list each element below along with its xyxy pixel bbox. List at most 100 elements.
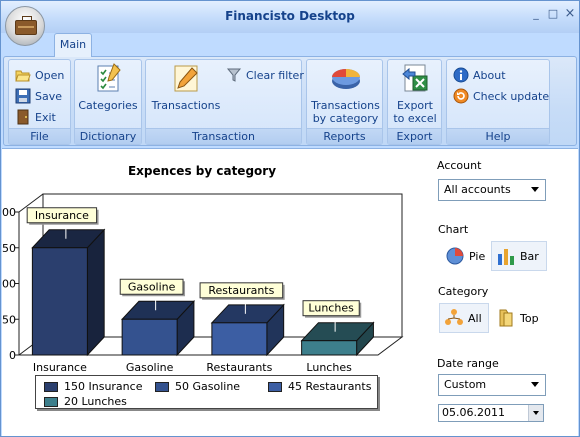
legend-label: 50 Gasoline xyxy=(175,380,241,393)
category-top-toggle[interactable]: Top xyxy=(491,303,544,333)
close-button[interactable]: × xyxy=(563,7,577,21)
dictionary-group-label: Dictionary xyxy=(75,128,141,144)
reports-group-label: Reports xyxy=(307,128,382,144)
chevron-down-icon xyxy=(531,187,539,192)
info-icon xyxy=(453,67,469,83)
file-group-label: File xyxy=(9,128,70,144)
pie-chart-icon xyxy=(445,246,465,266)
bar xyxy=(301,340,358,356)
data-label: Restaurants xyxy=(208,284,274,297)
transaction-group-label: Transaction xyxy=(146,128,301,144)
folder-icon xyxy=(496,308,516,328)
exit-button[interactable]: Exit xyxy=(15,108,56,126)
bar-side xyxy=(86,228,105,357)
date-range-select[interactable]: Custom xyxy=(438,374,546,396)
check-update-button[interactable]: Check update xyxy=(453,87,549,105)
help-group-label: Help xyxy=(447,128,549,144)
excel-icon xyxy=(399,62,431,94)
category-all-label: All xyxy=(468,311,482,325)
ribbon-group-dictionary: Categories Dictionary xyxy=(74,59,142,145)
ribbon-group-reports: Transactions by category Reports xyxy=(306,59,383,145)
legend-swatch xyxy=(268,381,282,392)
ribbon-group-export: Export to excel Export xyxy=(387,59,442,145)
title-bar: Financisto Desktop _ □ × xyxy=(1,1,579,33)
x-tick-label: Lunches xyxy=(306,361,352,374)
pie-chart-icon xyxy=(330,62,362,94)
legend-item: 20 Lunches xyxy=(44,395,127,408)
tab-main[interactable]: Main xyxy=(54,33,92,57)
date-range-label: Date range xyxy=(437,357,499,370)
legend-label: 20 Lunches xyxy=(64,395,127,408)
about-button[interactable]: About xyxy=(453,66,506,84)
save-button[interactable]: Save xyxy=(15,87,62,105)
y-tick-label: 150 xyxy=(2,242,16,255)
chart-label: Chart xyxy=(438,223,469,236)
checklist-icon xyxy=(92,62,124,94)
save-label: Save xyxy=(35,89,63,103)
hierarchy-icon xyxy=(444,308,464,328)
date-dropdown-button[interactable] xyxy=(528,405,543,421)
minimize-button[interactable]: _ xyxy=(529,7,543,21)
transactions-by-category-button[interactable]: Transactions by category xyxy=(309,62,382,125)
date-value: 05.06.2011 xyxy=(442,406,505,419)
transactions-by-category-label-2: by category xyxy=(312,112,379,125)
export-label-1: Export xyxy=(396,99,433,112)
window-title: Financisto Desktop xyxy=(225,9,355,23)
ribbon-group-transaction: Transactions Clear filter Transaction xyxy=(145,59,304,145)
report-area: Expences by category 050100150200Insuran… xyxy=(2,148,578,436)
legend-swatch xyxy=(44,396,58,407)
y-tick-label: 50 xyxy=(2,313,16,326)
legend-label: 45 Restaurants xyxy=(288,380,372,393)
briefcase-icon xyxy=(15,16,37,35)
y-tick-label: 0 xyxy=(9,349,16,362)
category-all-toggle[interactable]: All xyxy=(439,303,489,333)
ribbon-group-help: About Check update Help xyxy=(446,59,550,145)
folder-open-icon xyxy=(15,67,31,83)
account-label: Account xyxy=(437,159,482,172)
data-label: Lunches xyxy=(308,302,354,315)
chart-bar-toggle[interactable]: Bar xyxy=(491,241,547,271)
bar-chart: 0 50 100 150 200 Insurance Insurance Gasoline Ga… xyxy=(2,193,404,374)
bar xyxy=(31,247,88,356)
legend-swatch xyxy=(44,381,58,392)
export-to-excel-button[interactable]: Export to excel xyxy=(390,62,440,125)
category-label: Category xyxy=(438,285,489,298)
chart-bar-label: Bar xyxy=(520,249,539,263)
clear-filter-button[interactable]: Clear filter xyxy=(226,66,304,84)
chart-pie-toggle[interactable]: Pie xyxy=(440,241,490,271)
x-tick-label: Restaurants xyxy=(206,361,272,374)
x-tick-label: Gasoline xyxy=(126,361,174,374)
categories-button[interactable]: Categories xyxy=(78,62,138,112)
chart-pie-label: Pie xyxy=(469,249,486,263)
account-select[interactable]: All accounts xyxy=(438,179,546,201)
about-label: About xyxy=(473,68,506,82)
account-value: All accounts xyxy=(444,183,511,196)
legend-item: 150 Insurance xyxy=(44,380,142,393)
transactions-button[interactable]: Transactions xyxy=(150,62,222,112)
ribbon: Open Save Exit File Categories Dictionar… xyxy=(3,56,577,146)
data-label: Insurance xyxy=(35,209,89,222)
x-tick-label: Insurance xyxy=(33,361,87,374)
floppy-disk-icon xyxy=(15,88,31,104)
pencil-note-icon xyxy=(170,62,202,94)
transactions-by-category-label-1: Transactions xyxy=(311,99,380,112)
date-picker[interactable]: 05.06.2011 xyxy=(438,404,544,422)
legend-item: 45 Restaurants xyxy=(268,380,371,393)
app-window: Financisto Desktop _ □ × Main Open Save xyxy=(0,0,580,437)
maximize-button[interactable]: □ xyxy=(546,7,560,21)
filter-icon xyxy=(226,67,242,83)
y-tick-label: 200 xyxy=(2,206,16,219)
clear-filter-label: Clear filter xyxy=(246,68,304,82)
date-range-value: Custom xyxy=(444,378,487,391)
category-top-label: Top xyxy=(520,311,539,325)
app-menu-button[interactable] xyxy=(5,6,45,46)
exit-label: Exit xyxy=(35,110,56,124)
open-button[interactable]: Open xyxy=(15,66,64,84)
refresh-icon xyxy=(453,88,469,104)
export-group-label: Export xyxy=(388,128,441,144)
categories-label: Categories xyxy=(78,99,138,112)
open-label: Open xyxy=(35,68,65,82)
legend-swatch xyxy=(155,381,169,392)
legend-item: 50 Gasoline xyxy=(155,380,240,393)
ribbon-group-file: Open Save Exit File xyxy=(8,59,71,145)
